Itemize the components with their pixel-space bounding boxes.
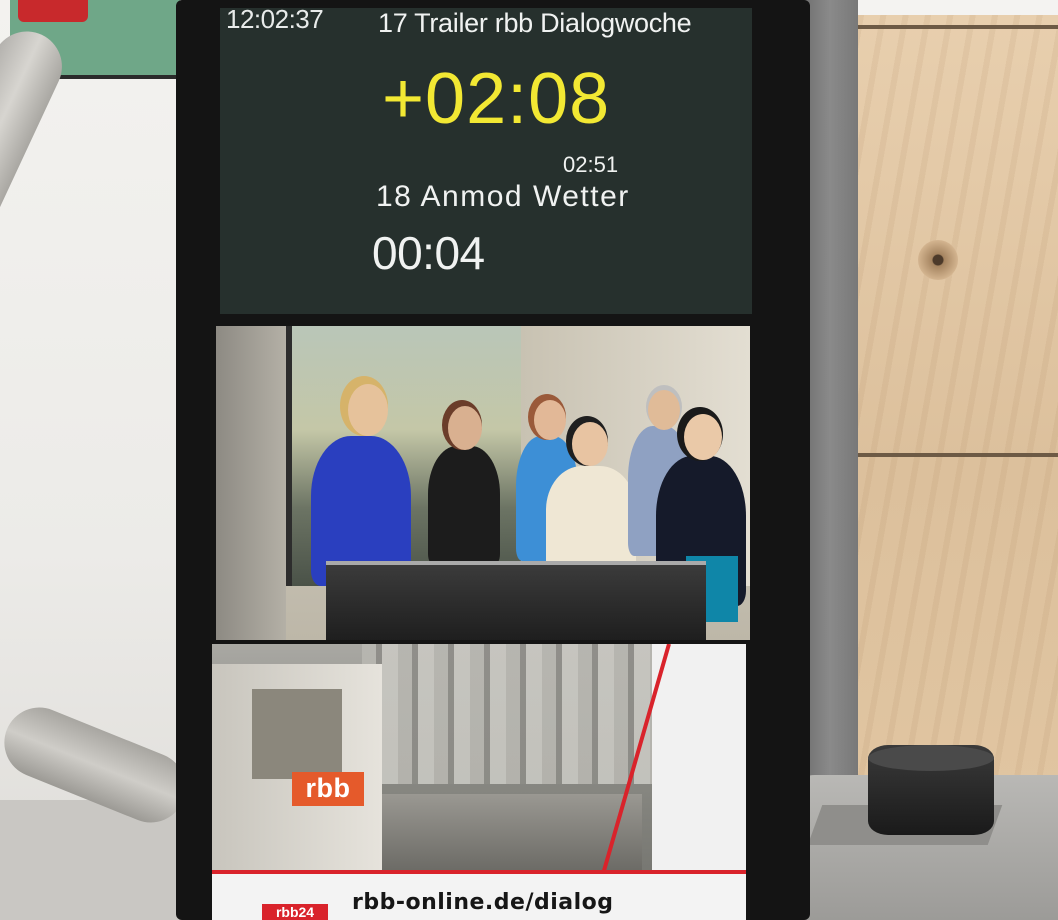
- person: [546, 466, 636, 576]
- location-graphic: rbb: [212, 644, 746, 920]
- rbb24-badge: rbb24: [262, 904, 328, 920]
- studio-pillar: [216, 326, 286, 640]
- person: [428, 446, 500, 566]
- person-head: [448, 406, 482, 450]
- next-item-duration: 02:51: [563, 152, 619, 177]
- next-item-title: 18 Anmod Wetter: [376, 180, 630, 213]
- wood-seam: [858, 25, 1058, 29]
- speaker-puck: [868, 745, 994, 835]
- person-head: [684, 414, 722, 460]
- elapsed-timer: 00:04: [372, 227, 485, 279]
- dialog-url: rbb-online.de/dialog: [352, 890, 614, 915]
- rundown-panel: [220, 8, 752, 314]
- rooftop: [382, 794, 642, 874]
- studio-desk: [326, 561, 706, 640]
- camera-feed: [216, 326, 750, 640]
- floor-left: [0, 800, 200, 920]
- clock-time: 12:02:37: [226, 4, 324, 34]
- person-head: [348, 384, 388, 436]
- person-head: [648, 390, 680, 430]
- wood-knot: [918, 240, 958, 280]
- puck-top: [868, 745, 994, 771]
- person-head: [534, 400, 566, 440]
- countdown-timer: +02:08: [382, 59, 611, 139]
- person-head: [572, 422, 608, 466]
- current-item-title: 17 Trailer rbb Dialogwoche: [378, 8, 692, 38]
- sign-red-element: [18, 0, 88, 22]
- rbb-logo: rbb: [292, 772, 364, 806]
- city-buildings: [362, 644, 692, 784]
- building-core: [252, 689, 342, 779]
- wood-seam: [858, 453, 1058, 457]
